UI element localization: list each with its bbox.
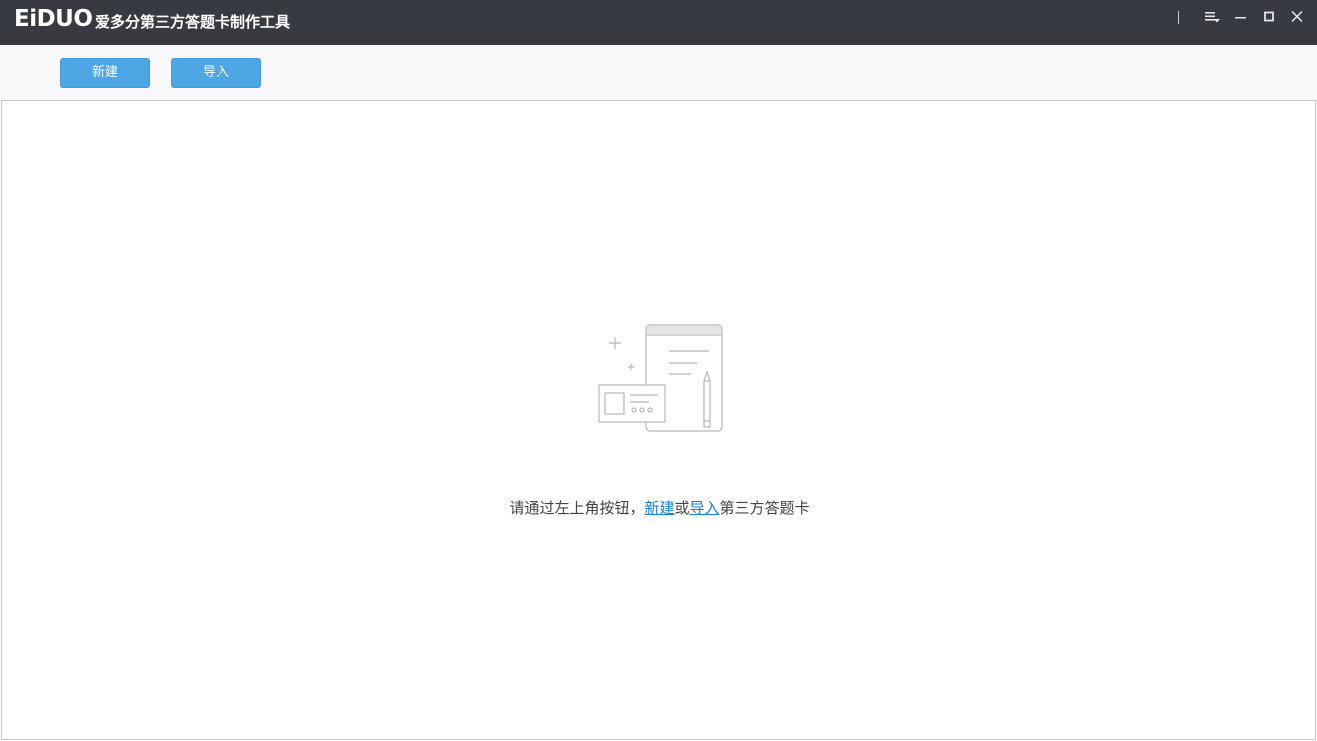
title-bar: EiDUO 爱多分第三方答题卡制作工具	[0, 0, 1317, 45]
minimize-button[interactable]	[1227, 5, 1255, 29]
empty-text-or: 或	[674, 499, 690, 517]
small-plus-icon	[628, 364, 634, 370]
main-content: 请通过左上角按钮，新建或导入第三方答题卡	[1, 100, 1316, 740]
menu-button[interactable]	[1199, 5, 1227, 29]
close-icon	[1291, 10, 1303, 23]
menu-icon	[1205, 12, 1220, 23]
new-link[interactable]: 新建	[644, 499, 674, 517]
plus-icon	[609, 337, 621, 349]
maximize-button[interactable]	[1255, 5, 1283, 29]
maximize-icon	[1264, 11, 1274, 22]
empty-text-after: 第三方答题卡	[719, 499, 810, 517]
empty-state-message: 请通过左上角按钮，新建或导入第三方答题卡	[2, 497, 1317, 519]
empty-answer-sheet-illustration	[598, 324, 723, 432]
minimize-icon	[1235, 17, 1246, 19]
import-link[interactable]: 导入	[690, 499, 720, 517]
empty-text-before: 请通过左上角按钮，	[509, 499, 645, 517]
app-logo: EiDUO	[14, 6, 93, 32]
app-title: 爱多分第三方答题卡制作工具	[95, 13, 291, 31]
new-button[interactable]: 新建	[60, 58, 150, 88]
import-button[interactable]: 导入	[171, 58, 261, 88]
window-controls-divider	[1178, 10, 1179, 24]
close-button[interactable]	[1283, 5, 1311, 29]
toolbar: 新建 导入	[0, 45, 1317, 100]
window-controls	[1178, 5, 1311, 29]
